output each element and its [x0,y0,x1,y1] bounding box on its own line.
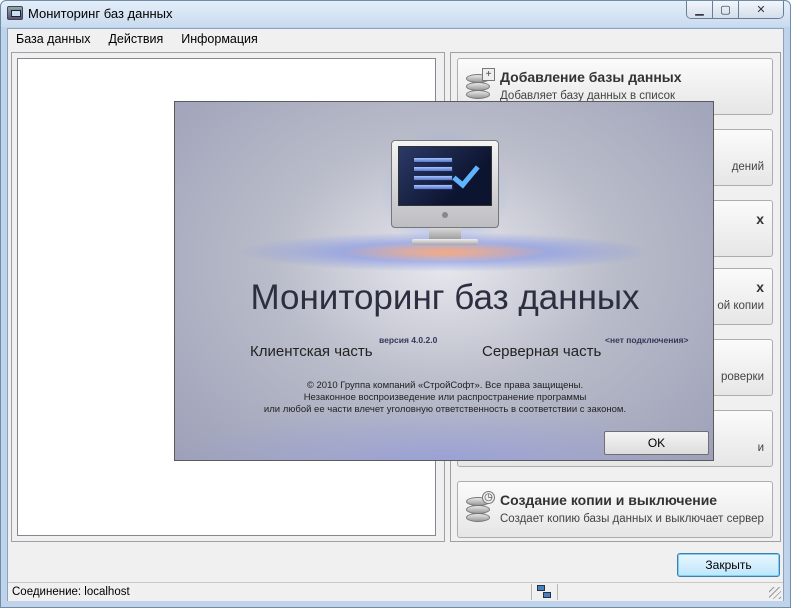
close-button[interactable]: Закрыть [677,553,780,577]
copyright-line-2: Незаконное воспроизведение или распростр… [303,392,587,403]
backup-shutdown-desc: Создает копию базы данных и выключает се… [500,513,764,525]
status-bar: Соединение: localhost [8,582,783,601]
close-window-button[interactable]: ✕ [739,1,783,18]
backup-shutdown-title: Создание копии и выключение [500,492,718,508]
database-add-icon: + [464,68,495,102]
command-5-desc: роверки [720,371,764,383]
add-database-title: Добавление базы данных [500,69,682,85]
title-bar[interactable]: Мониторинг баз данных ▁ ▢ ✕ [1,1,790,27]
monitor-check-icon [391,140,499,228]
command-4-desc: ой копии [717,300,764,312]
connection-status: Соединение: localhost [12,586,130,598]
menu-database[interactable]: База данных [10,29,96,49]
menu-actions[interactable]: Действия [102,29,169,49]
copyright-line-1: © 2010 Группа компаний «СтройСофт». Все … [306,380,584,391]
caption-buttons: ▁ ▢ ✕ [686,1,784,19]
window-title: Мониторинг баз данных [28,6,173,21]
menu-bar: База данных Действия Информация [8,29,783,49]
network-icon [537,585,553,600]
about-splash-dialog: Мониторинг баз данных версия 4.0.2.0 <не… [174,101,714,461]
server-part-label: Серверная часть [482,343,602,360]
app-icon [7,6,23,20]
splash-title: Мониторинг баз данных [250,278,640,317]
minimize-button[interactable]: ▁ [687,1,713,18]
maximize-button[interactable]: ▢ [713,1,739,18]
copyright-notice: © 2010 Группа компаний «СтройСофт». Все … [175,380,713,416]
client-part-label: Клиентская часть [250,343,373,360]
connection-label: <нет подключения> [605,335,689,345]
command-2-desc: дений [731,161,764,173]
command-4-title: х [756,279,764,295]
version-label: версия 4.0.2.0 [379,335,438,345]
copyright-line-3: или любой ее части влечет уголовную отве… [263,404,627,415]
menu-info[interactable]: Информация [175,29,264,49]
ok-button[interactable]: OK [604,431,709,455]
backup-shutdown-button[interactable]: ◷ Создание копии и выключение Создает ко… [457,481,773,538]
database-clock-icon: ◷ [464,491,495,525]
resize-grip[interactable] [769,587,781,599]
command-6-desc: и [757,442,764,454]
command-3-title: х [756,211,764,227]
